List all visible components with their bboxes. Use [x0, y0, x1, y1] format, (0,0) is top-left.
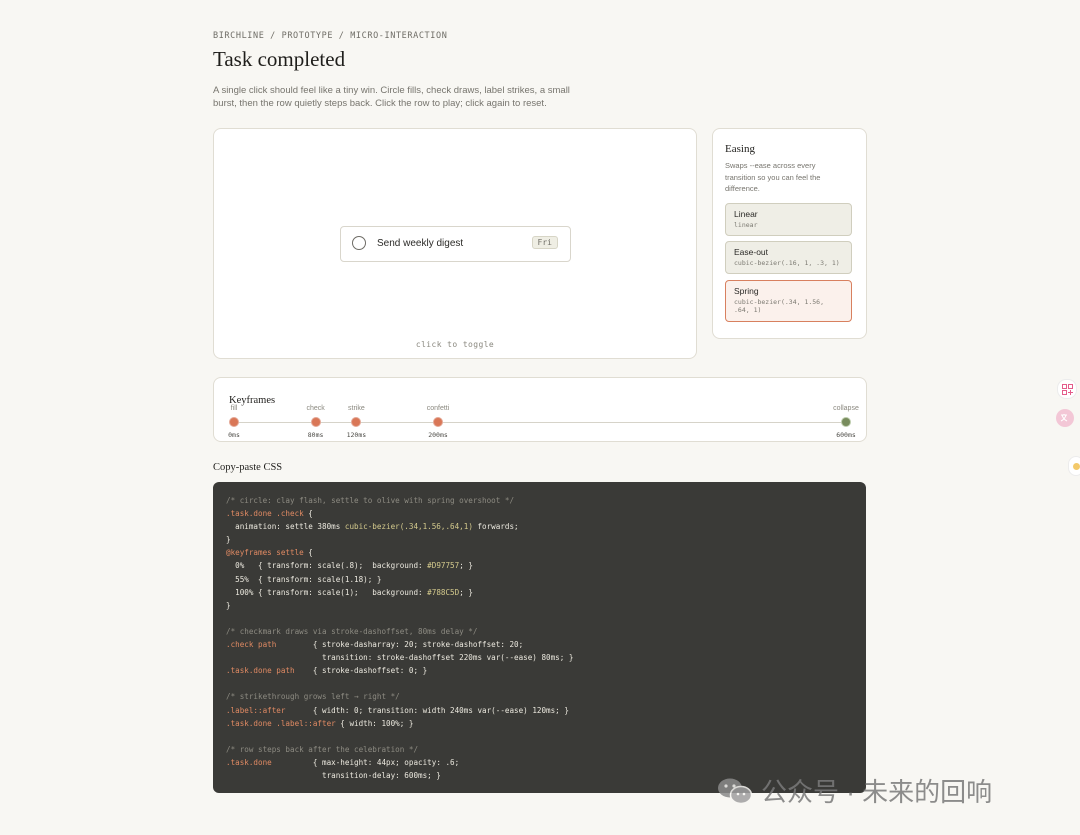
code-line: /* circle: clay flash, settle to olive w… [226, 496, 515, 505]
code-line: /* row steps back after the celebration … [226, 744, 419, 754]
assistant-tool-icon[interactable] [1068, 456, 1080, 476]
easing-option-fn: linear [734, 221, 758, 229]
watermark: 公众号 · 未来的回响 [717, 772, 992, 809]
grid-tool-icon[interactable] [1057, 379, 1077, 399]
code-line: 55% { transform: scale(1.18); } [226, 574, 382, 584]
code-line: 0% { transform: scale(.8); background: #… [226, 561, 473, 571]
keyframe-marker[interactable] [229, 417, 239, 427]
keyframe-label: collapse [833, 405, 859, 412]
keyframe-label: fill [230, 405, 238, 412]
easing-description: Swaps --ease across every transition so … [725, 161, 821, 193]
keyframe-time: 0ms [228, 431, 240, 439]
stage-hint: click to toggle [415, 340, 495, 349]
css-code-block[interactable]: /* circle: clay flash, settle to olive w… [213, 482, 866, 793]
code-line: animation: settle 380ms cubic-bezier(.34… [226, 522, 519, 532]
code-line: /* checkmark draws via stroke-dashoffset… [226, 626, 478, 636]
circle-checkbox-icon[interactable] [352, 236, 366, 250]
easing-option-fn: cubic-bezier(.34, 1.56, .64, 1) [734, 298, 825, 314]
code-line: .check path { stroke-dasharray: 20; stro… [226, 640, 524, 650]
code-line: /* strikethrough grows left → right */ [226, 692, 400, 702]
code-line: .label::after { width: 0; transition: wi… [226, 705, 569, 715]
watermark-text: 公众号 · 未来的回响 [761, 777, 993, 807]
code-line: .task.done { max-height: 44px; opacity: … [226, 757, 460, 767]
code-line: .task.done .check { [226, 509, 313, 519]
keyframe-label: check [306, 405, 325, 412]
easing-title: Easing [725, 143, 755, 155]
breadcrumb: BIRCHLINE / PROTOTYPE / MICRO-INTERACTIO… [213, 31, 448, 41]
keyframe-marker[interactable] [351, 417, 362, 427]
code-line: } [226, 535, 231, 545]
task-row[interactable]: Send weekly digest Fri [340, 226, 571, 262]
keyframe-time: 120ms [346, 431, 367, 439]
code-line: } [226, 600, 231, 610]
easing-option-ease-out[interactable]: Ease-out cubic-bezier(.16, 1, .3, 1) [725, 241, 852, 274]
code-line: .task.done .label::after { width: 100%; … [226, 718, 414, 728]
demo-stage: Send weekly digest Fri click to toggle [213, 128, 697, 359]
wechat-icon [718, 778, 753, 804]
keyframe-label: strike [348, 405, 365, 412]
keyframes-track [234, 422, 846, 423]
easing-option-name: Ease-out [734, 247, 769, 257]
easing-option-linear[interactable]: Linear linear [725, 203, 852, 236]
keyframes-panel: Keyframes fill 0ms check 80ms strike 120ms con… [213, 377, 867, 442]
code-line: transition: stroke-dashoffset 220ms var(… [226, 653, 574, 663]
easing-panel: Easing Swaps --ease across every transit… [712, 128, 867, 339]
easing-option-name: Spring [734, 286, 759, 296]
task-label: Send weekly digest [377, 238, 464, 249]
page-title: Task completed [213, 47, 346, 71]
translate-tool-icon[interactable] [1056, 409, 1074, 427]
code-line: .task.done path { stroke-dashoffset: 0; … [226, 666, 428, 676]
code-line: 100% { transform: scale(1); background: … [226, 587, 473, 597]
easing-option-spring[interactable]: Spring cubic-bezier(.34, 1.56, .64, 1) [725, 280, 852, 322]
easing-option-fn: cubic-bezier(.16, 1, .3, 1) [734, 259, 840, 267]
keyframe-label: confetti [426, 405, 450, 412]
keyframe-time: 200ms [428, 431, 448, 439]
keyframe-marker[interactable] [433, 417, 443, 427]
keyframe-marker[interactable] [310, 417, 321, 427]
keyframe-time: 80ms [307, 431, 324, 439]
code-line: @keyframes settle { [226, 548, 313, 558]
keyframe-marker[interactable] [841, 417, 851, 427]
keyframe-time: 600ms [836, 431, 856, 439]
due-chip: Fri [531, 236, 558, 249]
page-description: A single click should feel like a tiny w… [213, 85, 570, 109]
easing-option-name: Linear [734, 209, 758, 219]
css-heading: Copy-paste CSS [213, 462, 283, 473]
